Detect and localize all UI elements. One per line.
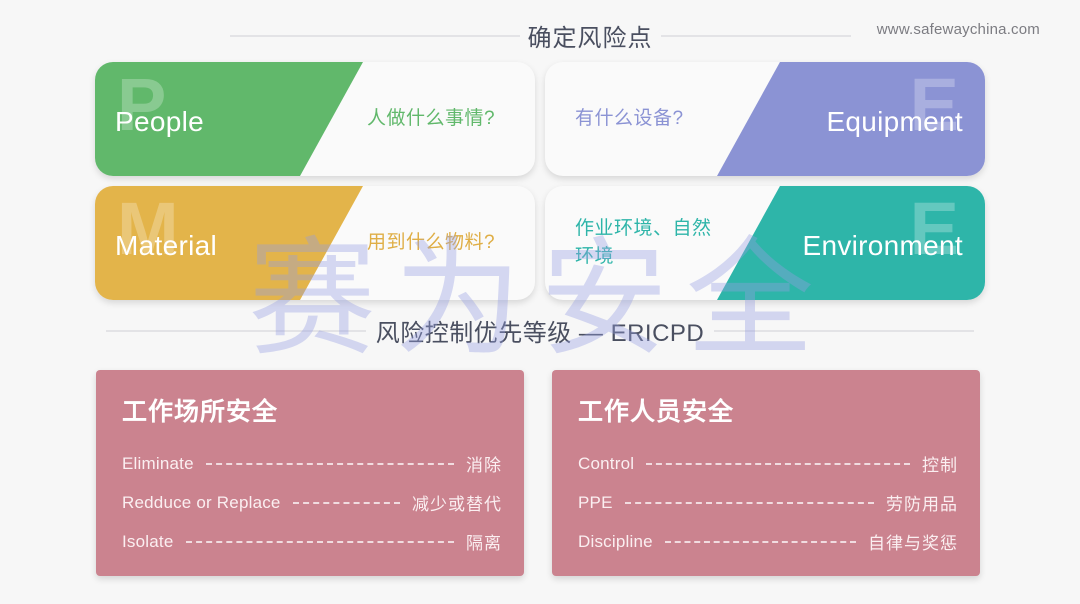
card-environment[interactable]: 作业环境、自然 环境 E Environment — [545, 186, 985, 300]
header2-rule-right — [714, 329, 975, 332]
header2-rule-left — [105, 329, 366, 332]
row-dashed-connector — [664, 540, 856, 543]
row-label-en: Eliminate — [122, 453, 194, 473]
list-item: Redduce or Replace 减少或替代 — [122, 483, 502, 522]
slide-canvas: 确定风险点 www.safewaychina.com P People 人做什么… — [0, 0, 1080, 604]
header-rule-right — [660, 34, 851, 37]
card-workplace-safety[interactable]: 工作场所安全 Eliminate 消除 Redduce or Replace 减… — [96, 370, 524, 576]
wedge-environment: E Environment — [717, 186, 985, 300]
card-description-material: 用到什么物料? — [367, 232, 496, 253]
row-dashed-connector — [292, 501, 400, 504]
rows-worker-safety: Control 控制 PPE 劳防用品 Discipline 自律与奖惩 — [578, 444, 958, 561]
wedge-label-people: People — [115, 106, 204, 137]
row-label-en: Control — [578, 453, 635, 473]
row-dashed-connector — [205, 462, 454, 465]
row-label-en: Isolate — [122, 531, 174, 551]
row-dashed-connector — [185, 540, 454, 543]
card-title-workplace-safety: 工作场所安全 — [122, 398, 279, 426]
site-url-label: www.safewaychina.com — [876, 21, 1040, 38]
list-item: Isolate 隔离 — [122, 522, 502, 561]
list-item: Eliminate 消除 — [122, 444, 502, 483]
wedge-label-environment: Environment — [802, 230, 963, 261]
wedge-material: M Material — [95, 186, 363, 300]
wedge-label-equipment: Equipment — [826, 106, 963, 137]
card-description-people: 人做什么事情? — [367, 108, 496, 129]
section-title-risk-points: 确定风险点 — [527, 25, 653, 52]
card-equipment[interactable]: 有什么设备? E Equipment — [545, 62, 985, 176]
rows-workplace-safety: Eliminate 消除 Redduce or Replace 减少或替代 Is… — [122, 444, 502, 561]
row-label-en: PPE — [578, 492, 613, 512]
row-label-zh: 劳防用品 — [886, 495, 958, 514]
wedge-equipment: E Equipment — [717, 62, 985, 176]
header-rule-left — [229, 34, 520, 37]
card-description-equipment: 有什么设备? — [575, 108, 684, 129]
row-dashed-connector — [624, 501, 874, 504]
card-worker-safety[interactable]: 工作人员安全 Control 控制 PPE 劳防用品 Discipline 自律… — [552, 370, 980, 576]
row-label-zh: 消除 — [466, 456, 502, 475]
list-item: Discipline 自律与奖惩 — [578, 522, 958, 561]
row-label-zh: 控制 — [922, 456, 958, 475]
list-item: Control 控制 — [578, 444, 958, 483]
row-label-zh: 隔离 — [466, 534, 502, 553]
section-header-ericpd: 风险控制优先等级 — ERICPD — [0, 313, 1080, 348]
card-description-environment: 作业环境、自然 环境 — [575, 218, 712, 267]
row-label-en: Redduce or Replace — [122, 492, 281, 512]
row-label-zh: 减少或替代 — [412, 495, 502, 514]
list-item: PPE 劳防用品 — [578, 483, 958, 522]
card-title-worker-safety: 工作人员安全 — [578, 398, 735, 426]
row-dashed-connector — [646, 462, 910, 465]
row-label-en: Discipline — [578, 531, 653, 551]
card-material[interactable]: M Material 用到什么物料? — [95, 186, 535, 300]
card-people[interactable]: P People 人做什么事情? — [95, 62, 535, 176]
wedge-people: P People — [95, 62, 363, 176]
wedge-label-material: Material — [115, 230, 217, 261]
section-title-ericpd: 风险控制优先等级 — ERICPD — [375, 320, 705, 347]
row-label-zh: 自律与奖惩 — [868, 534, 958, 553]
